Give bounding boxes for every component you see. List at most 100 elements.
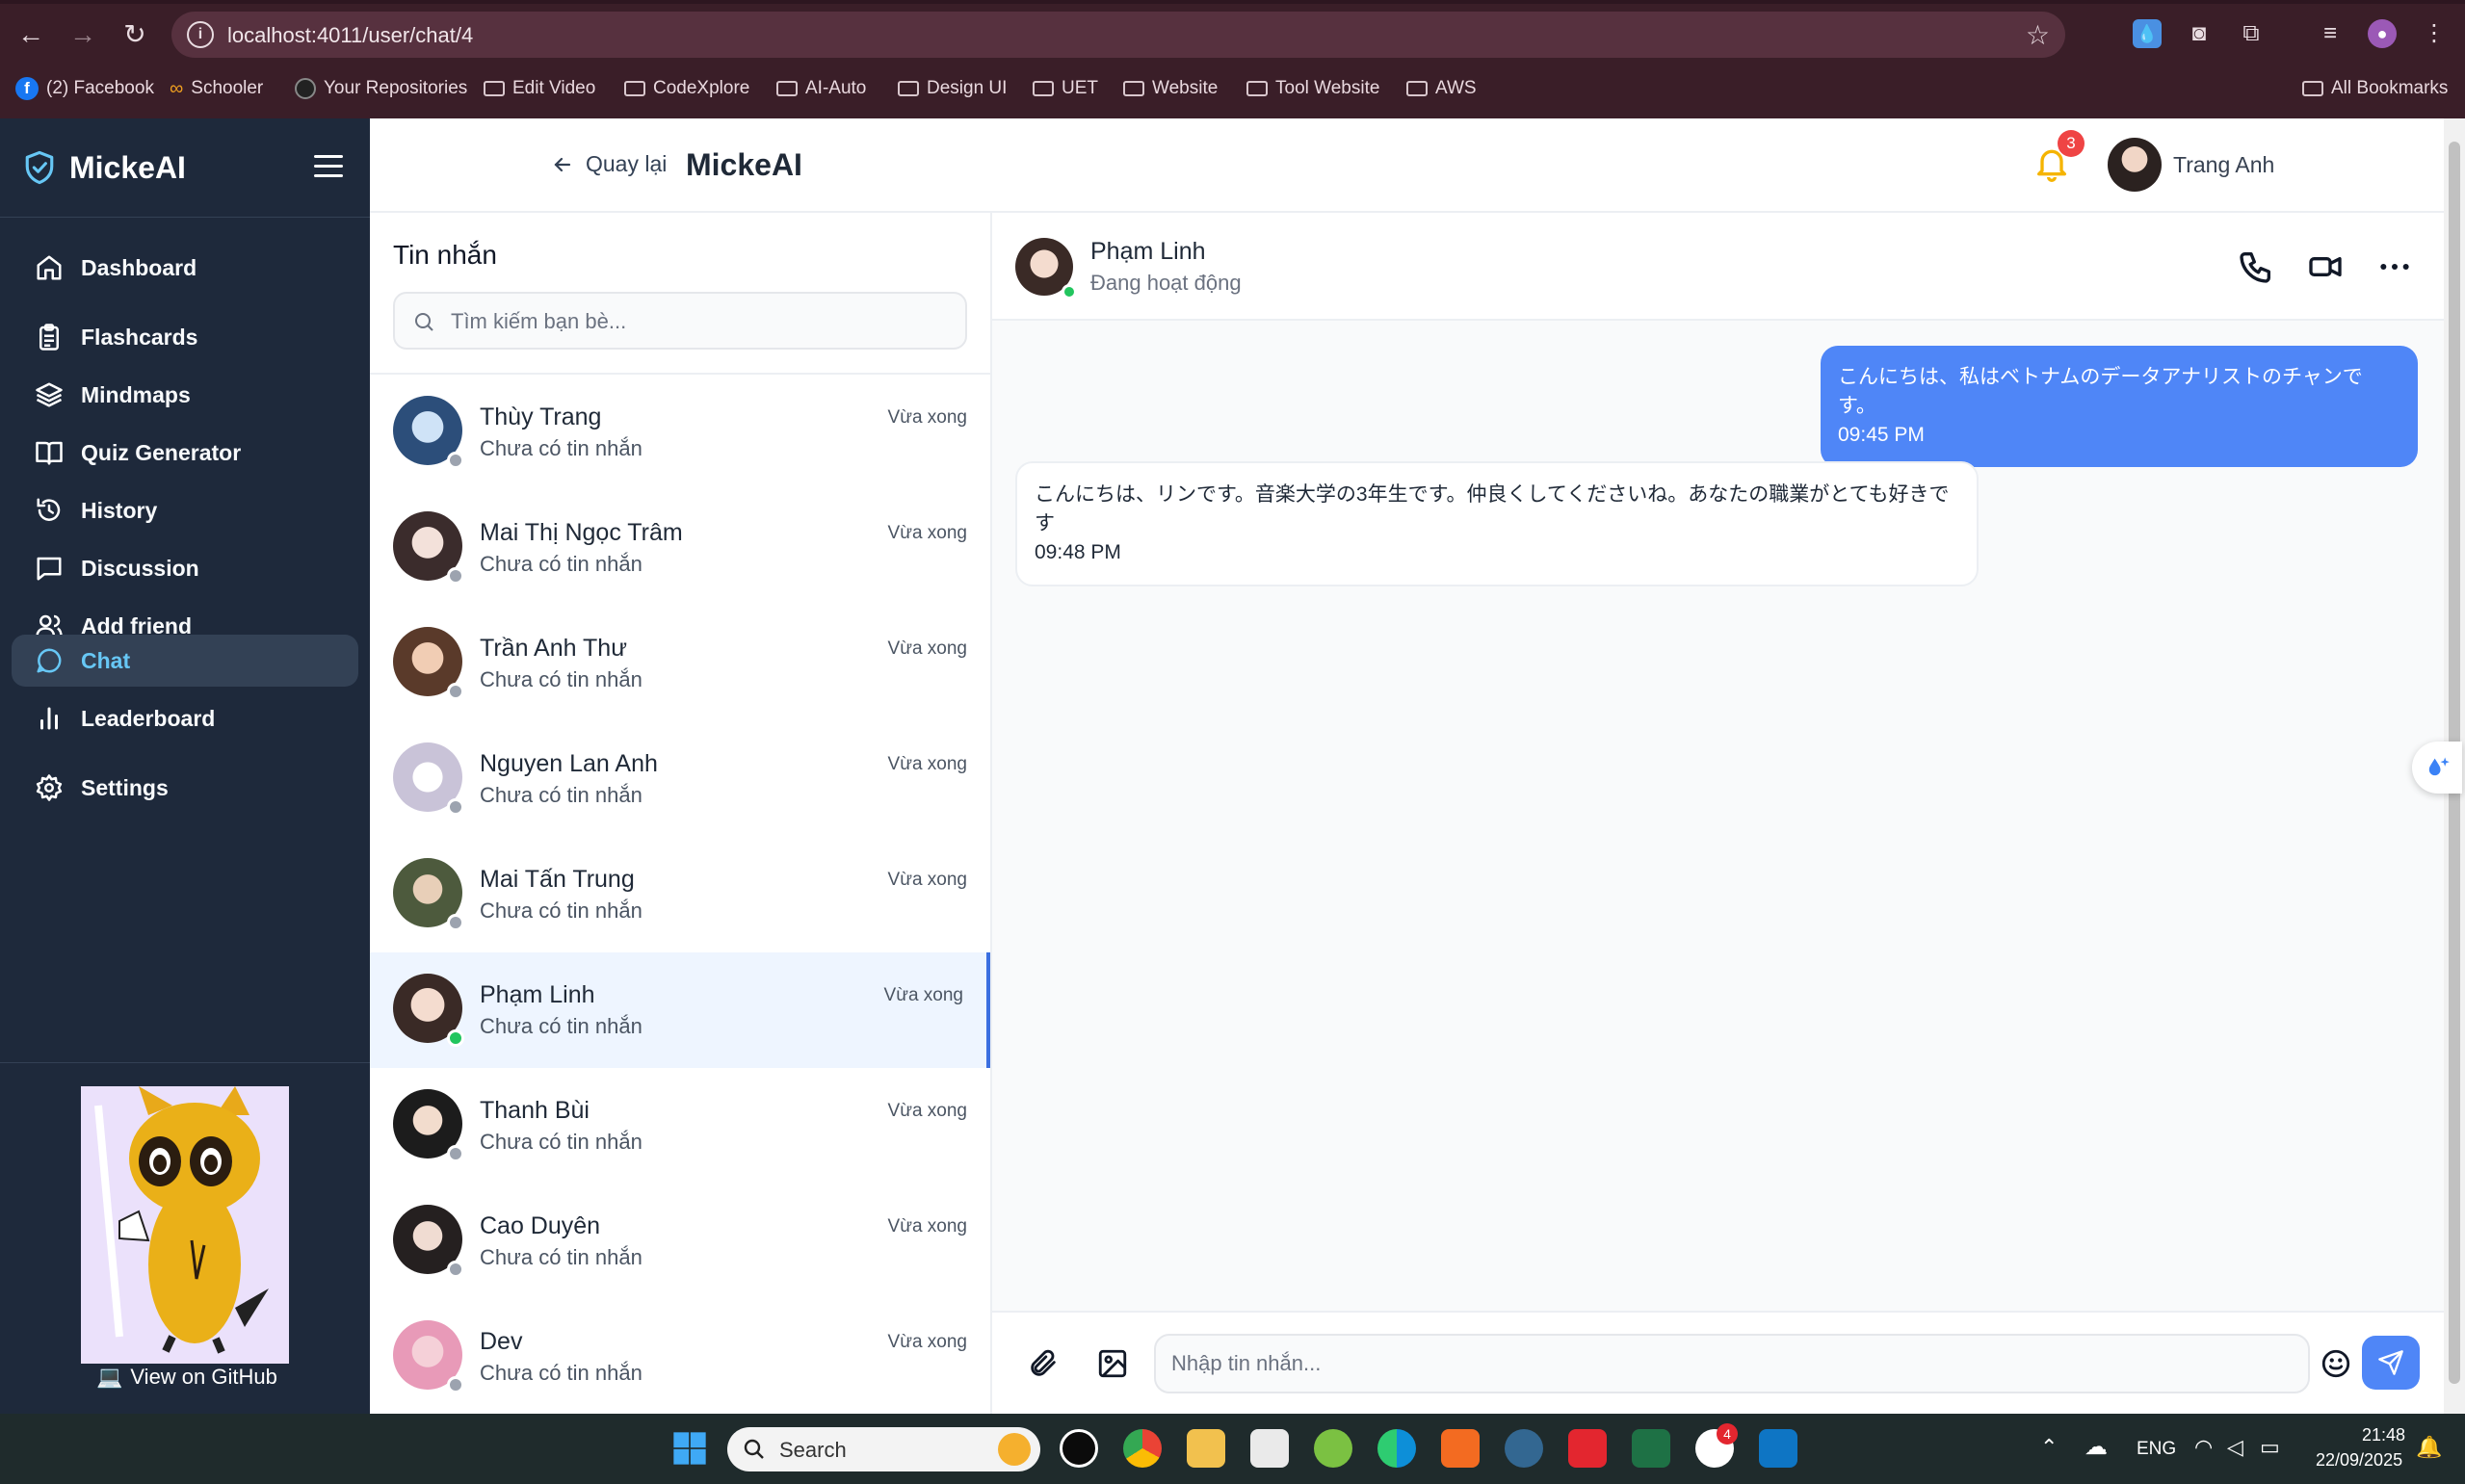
menu-toggle-icon[interactable] — [314, 155, 343, 178]
taskbar-search[interactable]: Search — [727, 1427, 1040, 1471]
site-info-icon[interactable]: i — [187, 21, 214, 48]
address-bar[interactable]: i localhost:4011/user/chat/4 ☆ — [171, 12, 2065, 58]
url-text[interactable]: localhost:4011/user/chat/4 — [227, 23, 473, 48]
sidebar-item-mindmaps[interactable]: Mindmaps — [12, 369, 358, 421]
wps-icon[interactable] — [1568, 1429, 1607, 1468]
battery-icon[interactable]: ▭ — [2260, 1435, 2280, 1460]
list-item[interactable]: Trần Anh Thư Chưa có tin nhắn Vừa xong — [370, 606, 990, 721]
bookmark-item[interactable]: Your Repositories — [295, 75, 467, 102]
store-icon[interactable] — [1250, 1429, 1289, 1468]
bookmark-folder[interactable]: CodeXplore — [624, 75, 749, 102]
contact-preview: Chưa có tin nhắn — [480, 1014, 642, 1038]
bookmark-folder[interactable]: Edit Video — [484, 75, 595, 102]
sidebar-item-label: Leaderboard — [81, 705, 216, 731]
sidebar-item-quiz-generator[interactable]: Quiz Generator — [12, 427, 358, 479]
list-item[interactable]: Thùy Trang Chưa có tin nhắn Vừa xong — [370, 375, 990, 490]
excel-icon[interactable] — [1632, 1429, 1670, 1468]
search-input[interactable] — [451, 307, 952, 336]
video-camera-icon[interactable] — [2306, 247, 2345, 286]
list-item[interactable]: Mai Tấn Trung Chưa có tin nhắn Vừa xong — [370, 837, 990, 952]
os-taskbar: Search 4 ⌃ ☁ ENG ◠ ◁ ▭ 21:48 22/09/2025 … — [0, 1414, 2465, 1484]
back-arrow-icon[interactable]: ← — [13, 17, 48, 52]
contact-time: Vừa xong — [887, 407, 967, 428]
edge-icon[interactable] — [1377, 1429, 1416, 1468]
app-icon[interactable] — [1060, 1429, 1098, 1468]
bookmark-folder[interactable]: AI-Auto — [776, 75, 866, 102]
extensions-puzzle-icon[interactable]: ⧉ — [2237, 19, 2266, 48]
language-indicator[interactable]: ENG — [2137, 1439, 2176, 1460]
profile-avatar-icon[interactable]: ● — [2368, 19, 2397, 48]
wifi-icon[interactable]: ◠ — [2194, 1435, 2213, 1460]
user-name[interactable]: Trang Anh — [2173, 152, 2274, 178]
clock-time[interactable]: 21:48 — [2362, 1425, 2405, 1445]
bookmark-folder[interactable]: Website — [1123, 75, 1218, 102]
emoji-icon[interactable] — [2320, 1347, 2352, 1380]
sidebar-item-label: Flashcards — [81, 324, 198, 350]
brand-name: MickeAI — [69, 149, 186, 185]
sidebar-item-chat[interactable]: Chat — [12, 635, 358, 687]
folder-icon — [1033, 81, 1054, 96]
media-control-icon[interactable]: ≡ — [2316, 19, 2345, 48]
back-button[interactable]: Quay lại — [551, 151, 667, 177]
list-item[interactable]: Nguyen Lan Anh Chưa có tin nhắn Vừa xong — [370, 721, 990, 837]
phone-icon[interactable] — [2237, 247, 2275, 286]
postgres-icon[interactable] — [1505, 1429, 1543, 1468]
clock-date[interactable]: 22/09/2025 — [2316, 1450, 2402, 1471]
tray-chevron-icon[interactable]: ⌃ — [2040, 1435, 2058, 1460]
contact-name: Thùy Trang — [480, 404, 602, 430]
sidebar-item-dashboard[interactable]: Dashboard — [12, 242, 358, 294]
bookmark-folder[interactable]: Tool Website — [1246, 75, 1379, 102]
contact-preview: Chưa có tin nhắn — [480, 667, 642, 691]
bookmark-folder[interactable]: AWS — [1406, 75, 1477, 102]
chrome-icon[interactable] — [1123, 1429, 1162, 1468]
floating-assistant-button[interactable] — [2412, 742, 2462, 794]
list-item[interactable]: Cao Duyên Chưa có tin nhắn Vừa xong — [370, 1184, 990, 1299]
vscode-icon[interactable] — [1759, 1429, 1797, 1468]
contact-preview: Chưa có tin nhắn — [480, 1245, 642, 1269]
sidebar-item-flashcards[interactable]: Flashcards — [12, 311, 358, 363]
sidebar-item-discussion[interactable]: Discussion — [12, 542, 358, 594]
image-icon[interactable] — [1096, 1347, 1129, 1380]
message-square-icon — [37, 557, 62, 581]
bookmark-item[interactable]: f (2) Facebook — [15, 75, 154, 102]
xampp-icon[interactable] — [1441, 1429, 1480, 1468]
message-input[interactable] — [1154, 1334, 2310, 1393]
sidebar-item-leaderboard[interactable]: Leaderboard — [12, 692, 358, 744]
cloud-icon[interactable]: ☁ — [2085, 1433, 2108, 1461]
list-item[interactable]: Phạm Linh Chưa có tin nhắn Vừa xong — [370, 952, 990, 1068]
sidebar-item-label: Discussion — [81, 555, 199, 581]
status-dot — [1062, 284, 1077, 299]
windows-start-icon[interactable] — [670, 1429, 709, 1468]
contact-name: Thanh Bùi — [480, 1097, 590, 1124]
paperclip-icon[interactable] — [1027, 1347, 1060, 1380]
bookmark-folder[interactable]: UET — [1033, 75, 1098, 102]
bookmark-star-icon[interactable]: ☆ — [2026, 19, 2050, 51]
extension-glasses-icon[interactable]: ◙ — [2185, 19, 2214, 48]
contact-name: Mai Tấn Trung — [480, 866, 635, 893]
reload-icon[interactable]: ↻ — [118, 17, 152, 52]
github-link[interactable]: 💻 View on GitHub — [96, 1365, 277, 1390]
clipboard-icon — [39, 324, 59, 351]
sidebar-item-settings[interactable]: Settings — [12, 762, 358, 814]
send-button[interactable] — [2362, 1336, 2420, 1390]
forward-arrow-icon[interactable]: → — [66, 17, 100, 52]
notification-bell-icon[interactable]: 🔔 — [2416, 1435, 2442, 1460]
top-header: Quay lại MickeAI 3 Trang Anh — [370, 118, 2444, 213]
sidebar-item-history[interactable]: History — [12, 484, 358, 536]
bookmark-item[interactable]: ∞ Schooler — [170, 75, 263, 102]
browser-menu-icon[interactable]: ⋮ — [2420, 19, 2449, 48]
file-explorer-icon[interactable] — [1187, 1429, 1225, 1468]
all-bookmarks-folder[interactable]: All Bookmarks — [2302, 75, 2448, 102]
app-icon[interactable] — [1314, 1429, 1352, 1468]
list-item[interactable]: Thanh Bùi Chưa có tin nhắn Vừa xong — [370, 1068, 990, 1184]
list-item[interactable]: Mai Thị Ngọc Trâm Chưa có tin nhắn Vừa x… — [370, 490, 990, 606]
bookmark-folder[interactable]: Design UI — [898, 75, 1007, 102]
avatar[interactable] — [2108, 138, 2162, 192]
brand-logo[interactable]: MickeAI — [23, 149, 186, 186]
contact-name: Trần Anh Thư — [480, 635, 627, 662]
volume-icon[interactable]: ◁ — [2227, 1435, 2243, 1460]
extension-drop-icon[interactable]: 💧 — [2133, 19, 2162, 48]
list-item[interactable]: Dev Chưa có tin nhắn Vừa xong — [370, 1299, 990, 1415]
search-box[interactable] — [393, 292, 967, 350]
more-options-icon[interactable] — [2375, 247, 2414, 286]
